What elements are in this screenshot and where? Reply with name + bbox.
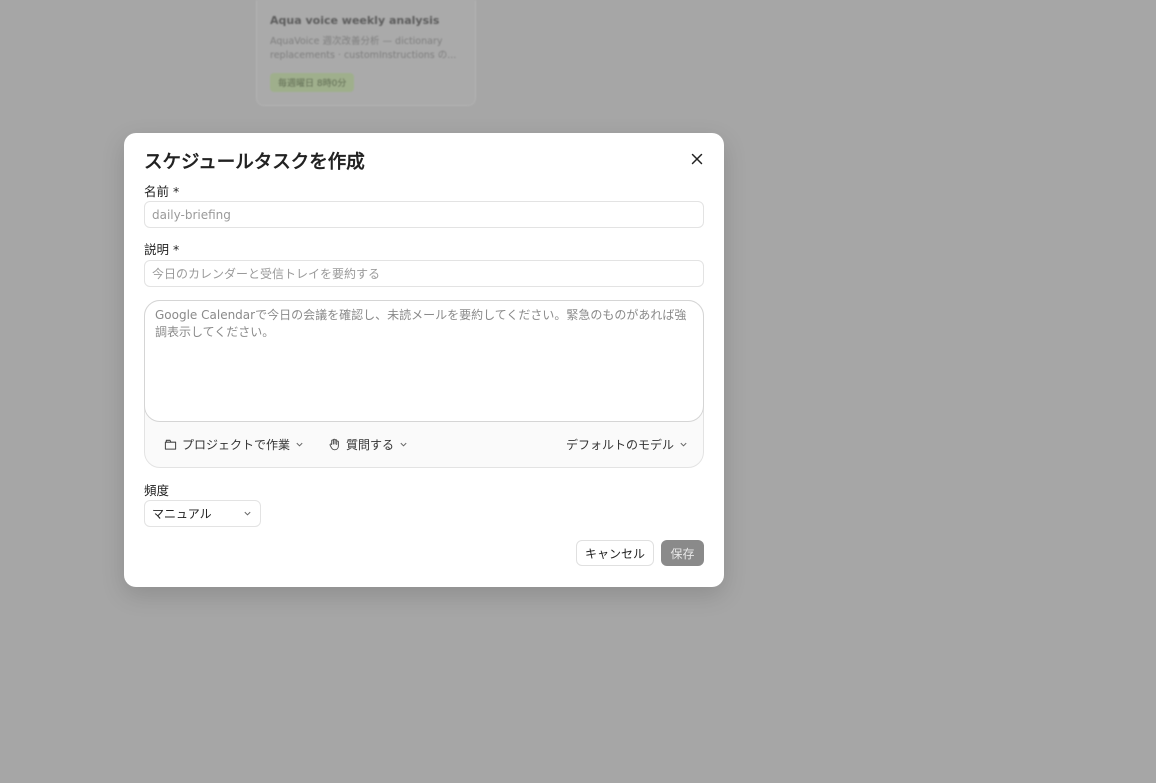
create-scheduled-task-dialog: スケジュールタスクを作成 名前 * 説明 * プロジェクトで作業: [124, 133, 724, 587]
chevron-down-icon: [680, 442, 687, 447]
chevron-down-icon: [400, 442, 407, 447]
description-label: 説明 *: [144, 242, 180, 257]
background-card-title: Aqua voice weekly analysis: [270, 14, 440, 27]
save-button[interactable]: 保存: [661, 540, 704, 566]
cancel-button[interactable]: キャンセル: [576, 540, 654, 566]
name-input[interactable]: [144, 201, 704, 228]
background-task-card: Aqua voice weekly analysis AquaVoice 週次改…: [256, 0, 476, 106]
close-icon[interactable]: [689, 151, 705, 167]
name-label: 名前 *: [144, 184, 180, 199]
ask-mode-label: 質問する: [346, 437, 395, 452]
description-input[interactable]: [144, 260, 704, 287]
ask-mode-selector[interactable]: 質問する: [328, 435, 408, 453]
frequency-label: 頻度: [144, 483, 170, 498]
prompt-composer: プロジェクトで作業 質問する デフォルトのモデル: [144, 300, 704, 468]
model-selector[interactable]: デフォルトのモデル: [566, 435, 688, 453]
app-page: Aqua voice weekly analysis AquaVoice 週次改…: [0, 0, 1156, 783]
hand-icon: [329, 438, 339, 450]
folder-icon: [164, 439, 177, 450]
project-selector[interactable]: プロジェクトで作業: [164, 435, 304, 453]
project-selector-label: プロジェクトで作業: [182, 437, 291, 452]
background-card-badge: 毎週曜日 8時0分: [270, 73, 355, 92]
frequency-select[interactable]: マニュアル: [144, 500, 261, 527]
prompt-textarea[interactable]: [144, 300, 704, 422]
chevron-down-icon: [244, 511, 251, 516]
dialog-title: スケジュールタスクを作成: [144, 152, 365, 173]
model-selector-label: デフォルトのモデル: [566, 437, 675, 452]
background-card-description: AquaVoice 週次改善分析 — dictionary replacemen…: [270, 36, 457, 61]
frequency-value: マニュアル: [152, 507, 212, 521]
chevron-down-icon: [296, 442, 303, 447]
